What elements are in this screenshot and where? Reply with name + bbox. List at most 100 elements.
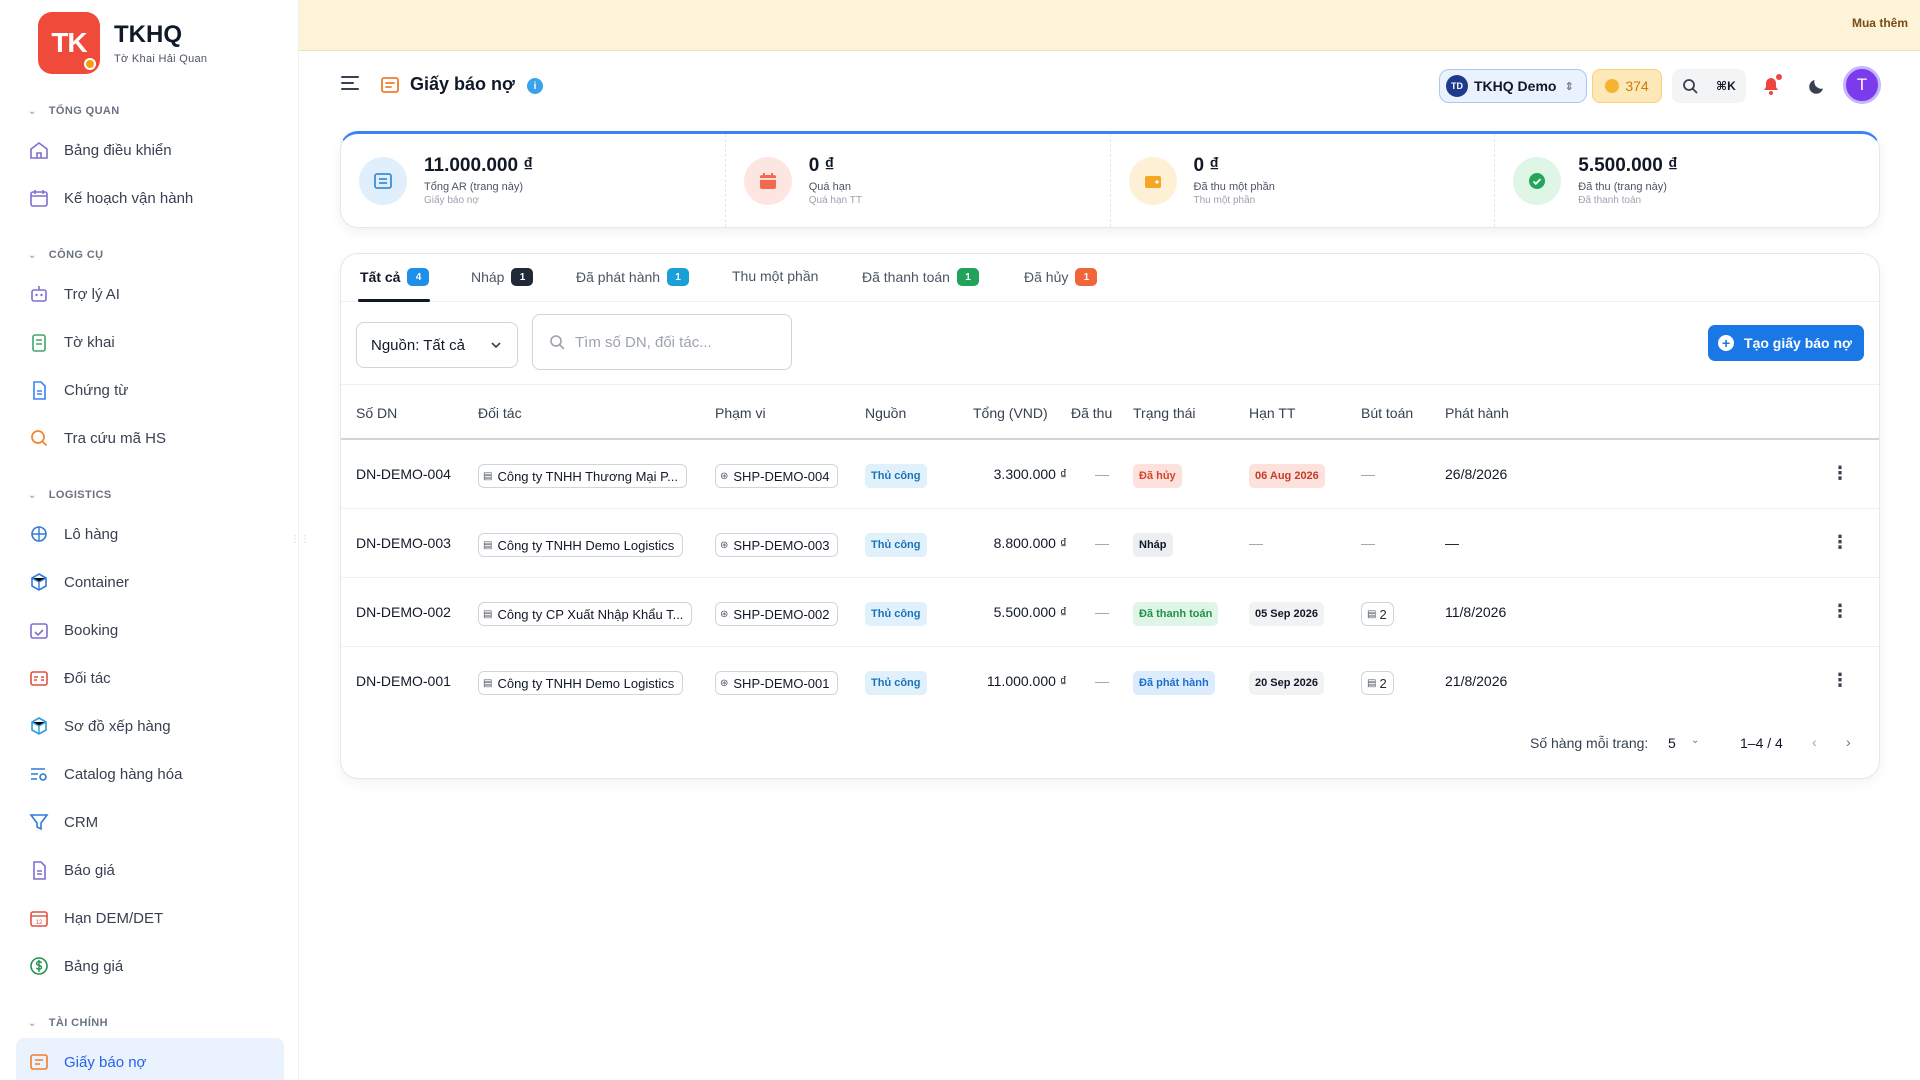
sidebar-item-2-1[interactable]: Container [16, 558, 284, 606]
nav-section-header[interactable]: ⌄ LOGISTICS [16, 480, 284, 510]
journal-entries-chip[interactable]: ▤ 2 [1361, 671, 1394, 695]
stat-label: Tổng AR (trang này) [424, 181, 524, 193]
info-icon[interactable]: i [527, 78, 543, 94]
sidebar-item-2-0[interactable]: Lô hàng [16, 510, 284, 558]
sidebar-item-label: Đối tác [64, 669, 111, 687]
paid-amount: — [1095, 673, 1109, 689]
column-header[interactable]: Bút toán [1361, 405, 1413, 421]
partner-chip[interactable]: ▤ Công ty CP Xuất Nhập Khẩu T... [478, 602, 693, 626]
page-header: Giấy báo nợ i TD TKHQ Demo ⇕ 374 ⌘K T [340, 66, 1881, 108]
table-row[interactable]: DN-DEMO-004 ▤ Công ty TNHH Thương Mại P...… [341, 440, 1879, 509]
rows-per-page-select[interactable]: 5 [1668, 735, 1676, 751]
more-vertical-icon[interactable]: ⋮ [1831, 464, 1849, 482]
sidebar-item-2-7[interactable]: Báo giá [16, 846, 284, 894]
column-header[interactable]: Đối tác [478, 405, 522, 421]
sidebar-item-1-3[interactable]: Tra cứu mã HS [16, 414, 284, 462]
scope-chip[interactable]: ⊛ SHP-DEMO-003 [715, 533, 839, 557]
org-switcher[interactable]: TD TKHQ Demo ⇕ [1439, 69, 1587, 103]
table-row[interactable]: DN-DEMO-003 ▤ Công ty TNHH Demo Logistics ⊛… [341, 509, 1879, 578]
ship-icon: ⊛ [720, 470, 729, 482]
source-filter-select[interactable]: Nguồn: Tất cả [356, 322, 518, 368]
plus-circle-icon: + [1718, 335, 1735, 351]
tab-paid[interactable]: Đã thanh toán 1 [862, 268, 979, 286]
theme-toggle-button[interactable] [1800, 69, 1834, 103]
sidebar-item-2-8[interactable]: 12 Hạn DEM/DET [16, 894, 284, 942]
chevron-down-icon: ⌄ [28, 489, 37, 501]
journal-entries-chip[interactable]: ▤ 2 [1361, 602, 1394, 626]
sidebar-item-0-1[interactable]: Kế hoạch vận hành [16, 174, 284, 222]
sidebar-item-1-2[interactable]: Chứng từ [16, 366, 284, 414]
sidebar-item-2-2[interactable]: Booking [16, 606, 284, 654]
sidebar-item-2-5[interactable]: Catalog hàng hóa [16, 750, 284, 798]
debit-notes-table: Số DN Đối tác Phạm vi Nguồn Tổng (VND) Đã thu… [341, 384, 1879, 716]
sidebar-item-label: Báo giá [64, 861, 115, 879]
nav-section-header[interactable]: ⌄ CÔNG CỤ [16, 240, 284, 270]
debit-note-number[interactable]: DN-DEMO-003 [356, 535, 451, 551]
column-header[interactable]: Hạn TT [1249, 405, 1295, 421]
more-vertical-icon[interactable]: ⋮ [1831, 671, 1849, 689]
scope-chip[interactable]: ⊛ SHP-DEMO-004 [715, 464, 839, 488]
debit-note-number[interactable]: DN-DEMO-004 [356, 466, 451, 482]
column-header[interactable]: Phạm vi [715, 405, 766, 421]
sidebar-item-label: Bảng giá [64, 957, 124, 975]
column-header[interactable]: Phát hành [1445, 405, 1509, 421]
notification-button[interactable] [1754, 69, 1788, 103]
user-avatar[interactable]: T [1843, 66, 1881, 104]
sidebar-item-2-4[interactable]: Sơ đồ xếp hàng [16, 702, 284, 750]
tab-partial[interactable]: Thu một phần [732, 268, 818, 284]
sidebar-item-2-3[interactable]: Đối tác [16, 654, 284, 702]
sidebar-item-2-9[interactable]: Bảng giá [16, 942, 284, 990]
debit-note-number[interactable]: DN-DEMO-002 [356, 604, 451, 620]
more-vertical-icon[interactable]: ⋮ [1831, 602, 1849, 620]
create-debit-note-button[interactable]: + Tạo giấy báo nợ [1708, 325, 1864, 361]
prev-page-icon[interactable]: ‹ [1812, 734, 1817, 750]
chevron-down-icon[interactable]: ⌄ [1691, 735, 1699, 746]
total-amount: 3.300.000 ₫ [993, 466, 1067, 482]
search-input[interactable] [575, 333, 775, 351]
org-avatar: TD [1446, 75, 1468, 97]
menu-toggle-icon[interactable] [340, 74, 362, 94]
next-page-icon[interactable]: › [1846, 734, 1851, 750]
tab-cancelled[interactable]: Đã hủy 1 [1024, 268, 1098, 286]
source-badge: Thủ công [865, 602, 927, 626]
issued-date: 21/8/2026 [1445, 673, 1508, 689]
tab-draft[interactable]: Nháp 1 [471, 268, 534, 286]
buy-more-button[interactable]: Mua thêm [1852, 16, 1908, 30]
column-header[interactable]: Nguồn [865, 405, 906, 421]
stat-value: 0 ₫ [808, 155, 835, 176]
sidebar-item-label: Sơ đồ xếp hàng [64, 717, 171, 735]
command-search-button[interactable]: ⌘K [1672, 69, 1746, 103]
status-badge: Đã phát hành [1133, 671, 1215, 695]
tab-issued[interactable]: Đã phát hành 1 [576, 268, 690, 286]
nav-section-header[interactable]: ⌄ TỔNG QUAN [16, 96, 284, 126]
scope-code: SHP-DEMO-001 [733, 675, 830, 691]
search-icon [1683, 79, 1698, 94]
nav-section-header[interactable]: ⌄ TÀI CHÍNH [16, 1008, 284, 1038]
sidebar-item-3-0[interactable]: Giấy báo nợ [16, 1038, 284, 1080]
total-amount: 11.000.000 ₫ [986, 673, 1067, 689]
sidebar-item-0-0[interactable]: Bảng điều khiển [16, 126, 284, 174]
paid-amount: — [1095, 535, 1109, 551]
sidebar-resize-handle[interactable]: ⋮⋮ [290, 534, 310, 545]
chevron-down-icon [491, 342, 501, 349]
sidebar-item-1-1[interactable]: Tờ khai [16, 318, 284, 366]
sidebar-item-1-0[interactable]: Trợ lý AI [16, 270, 284, 318]
column-header[interactable]: Tổng (VND) [973, 405, 1048, 421]
partner-chip[interactable]: ▤ Công ty TNHH Thương Mại P... [478, 464, 687, 488]
paid-amount: — [1095, 604, 1109, 620]
debit-note-number[interactable]: DN-DEMO-001 [356, 673, 451, 689]
scope-chip[interactable]: ⊛ SHP-DEMO-001 [715, 671, 839, 695]
coin-balance[interactable]: 374 [1592, 69, 1662, 103]
column-header[interactable]: Trạng thái [1133, 405, 1196, 421]
partner-chip[interactable]: ▤ Công ty TNHH Demo Logistics [478, 671, 684, 695]
table-row[interactable]: DN-DEMO-001 ▤ Công ty TNHH Demo Logistics ⊛… [341, 647, 1879, 716]
partner-chip[interactable]: ▤ Công ty TNHH Demo Logistics [478, 533, 684, 557]
more-vertical-icon[interactable]: ⋮ [1831, 533, 1849, 551]
column-header[interactable]: Đã thu [1071, 405, 1112, 421]
table-row[interactable]: DN-DEMO-002 ▤ Công ty CP Xuất Nhập Khẩu T.… [341, 578, 1879, 647]
tab-all[interactable]: Tất cả 4 [360, 268, 430, 286]
scope-chip[interactable]: ⊛ SHP-DEMO-002 [715, 602, 839, 626]
sidebar-item-2-6[interactable]: CRM [16, 798, 284, 846]
column-header[interactable]: Số DN [356, 405, 397, 421]
brand[interactable]: TK TKHQ Tờ Khai Hải Quan [38, 12, 207, 74]
